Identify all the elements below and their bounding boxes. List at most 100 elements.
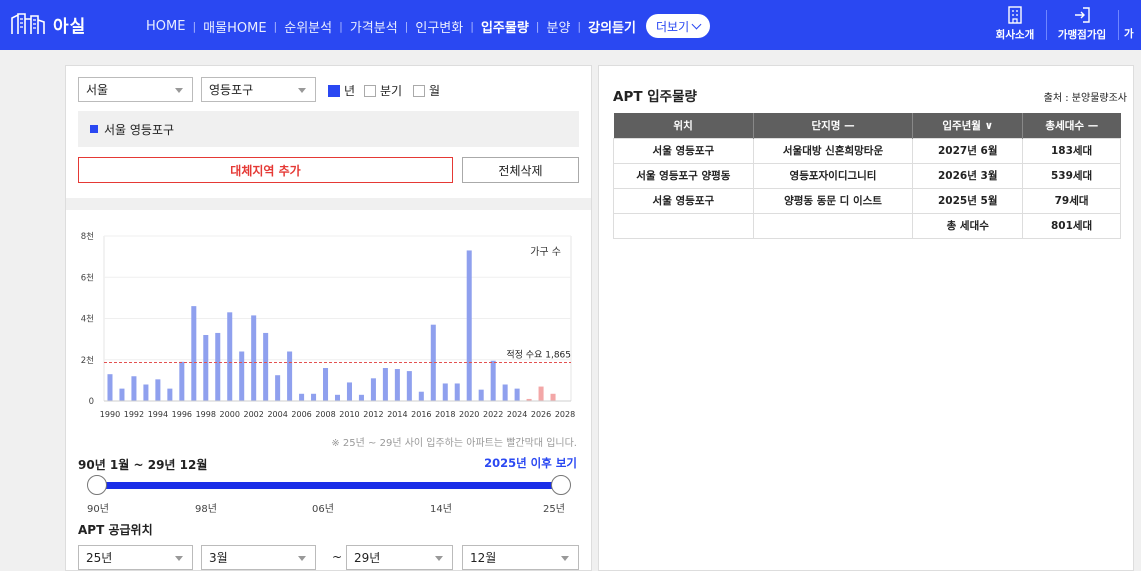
nav-item[interactable]: 강의듣기: [588, 17, 636, 36]
nav-item[interactable]: 순위분석: [284, 17, 332, 36]
cut-off-nav-button[interactable]: 가: [1124, 4, 1141, 46]
table-cell: 2025년 5월: [912, 187, 1024, 214]
nav-item[interactable]: 분양: [547, 17, 571, 36]
bar-2026: [538, 386, 544, 401]
to-month-select[interactable]: 12월: [462, 545, 579, 570]
table-cell: 서울 영등포구 양평동: [613, 162, 754, 189]
slider-end-handle[interactable]: [551, 475, 571, 495]
left-panel: 서울 영등포구 년 분기 월 서울 영등포구 대체지역 추가 전체삭제 0 2천 4…: [65, 65, 592, 571]
slider-tick-label: 25년: [543, 504, 565, 515]
period-year-label: 년: [344, 84, 356, 98]
from-year-value: 25년: [86, 551, 113, 565]
bar-2024: [514, 388, 520, 401]
table-cell: 79세대: [1022, 187, 1121, 214]
bar-1993: [143, 384, 149, 401]
table-row[interactable]: 서울 영등포구 서울대방 신혼희망타운 2027년 6월 183세대: [613, 137, 1121, 164]
bar-1991: [119, 388, 125, 401]
column-header[interactable]: 총세대수 —: [1022, 113, 1121, 138]
x-tick-label: 2026: [531, 410, 551, 419]
from-month-select[interactable]: 3월: [201, 545, 316, 570]
chart-title: 가구 수: [530, 246, 561, 258]
caret-down-icon: [561, 556, 569, 561]
apt-move-in-title: APT 입주물량: [613, 89, 697, 105]
apt-supply-location-label: APT 공급위치: [78, 523, 153, 537]
office-building-icon: [1008, 6, 1022, 24]
bar-2014: [394, 369, 400, 401]
to-year-select[interactable]: 29년: [346, 545, 453, 570]
column-header[interactable]: 위치: [613, 113, 754, 138]
period-year-checkbox[interactable]: 년: [328, 82, 355, 99]
join-agency-button[interactable]: 가맹점가입: [1052, 4, 1112, 46]
period-month-checkbox[interactable]: 월: [413, 82, 440, 99]
slider-start-handle[interactable]: [87, 475, 107, 495]
total-row: 총 세대수 801세대: [613, 212, 1121, 239]
bar-2016: [418, 391, 424, 401]
move-in-volume-chart: 0 2천 4천 6천 8천적정 수요 1,865 가구 수 1990 1992 1994 1996…: [81, 231, 575, 419]
period-quarter-checkbox[interactable]: 분기: [364, 82, 402, 99]
nav-item[interactable]: 인구변화: [415, 17, 463, 36]
x-tick-label: 2012: [363, 410, 383, 419]
table-cell: 2026년 3월: [912, 162, 1024, 189]
slider-tick-label: 06년: [312, 504, 334, 515]
y-tick-label: 0: [89, 397, 94, 407]
more-menu-label: 더보기: [655, 19, 690, 34]
table-row[interactable]: 서울 영등포구 양평동 영등포자이디그니티 2026년 3월 539세대: [613, 162, 1121, 189]
x-tick-label: 2004: [267, 410, 287, 419]
table-cell: 183세대: [1022, 137, 1121, 164]
nav-separator: |: [404, 19, 409, 33]
table-cell: 서울 영등포구: [613, 187, 754, 214]
period-range-label: 90년 1월 ~ 29년 12월: [78, 458, 208, 472]
x-tick-label: 1990: [100, 410, 120, 419]
nav-item[interactable]: 가격분석: [350, 17, 398, 36]
x-tick-label: 2022: [483, 410, 503, 419]
column-header[interactable]: 단지명 —: [753, 113, 914, 138]
x-tick-label: 2014: [387, 410, 407, 419]
add-alternate-region-button[interactable]: 대체지역 추가: [78, 157, 453, 183]
nav-item[interactable]: 입주물량: [481, 17, 529, 36]
slider-track[interactable]: [97, 482, 561, 489]
checkbox-unchecked-icon: [364, 84, 376, 97]
table-cell: 서울 영등포구: [613, 137, 754, 164]
more-menu-button[interactable]: 더보기: [645, 14, 711, 38]
selected-region-item[interactable]: 서울 영등포구: [78, 111, 579, 147]
nav-item[interactable]: 매물HOME: [203, 17, 266, 36]
apt-move-in-table: 위치 단지명 — 입주년월 ∨ 총세대수 — 서울 영등포구 서울대방 신혼희망타운 20…: [613, 113, 1121, 239]
table-header-row: 위치 단지명 — 입주년월 ∨ 총세대수 —: [613, 113, 1121, 138]
bar-2022: [490, 360, 496, 401]
district-select-value: 영등포구: [209, 83, 254, 97]
checkbox-unchecked-icon: [413, 84, 425, 97]
x-tick-label: 2000: [220, 410, 240, 419]
right-panel: APT 입주물량 출처 : 분양물량조사 위치 단지명 — 입주년월 ∨ 총세대수 —…: [598, 65, 1134, 571]
table-cell: 양평동 동문 디 이스트: [752, 187, 914, 214]
from-year-select[interactable]: 25년: [78, 545, 193, 570]
slider-tick-label: 14년: [430, 504, 452, 515]
sign-in-arrow-icon: [1075, 7, 1090, 23]
table-row[interactable]: 서울 영등포구 양평동 동문 디 이스트 2025년 5월 79세대: [613, 187, 1121, 214]
bar-2013: [382, 368, 388, 401]
join-agency-label: 가맹점가입: [1057, 29, 1107, 41]
year-range-slider[interactable]: [87, 475, 571, 497]
cut-off-nav-label: 가: [1124, 28, 1134, 40]
x-tick-label: 2020: [459, 410, 479, 419]
nav-separator: |: [339, 19, 343, 33]
caret-down-icon: [175, 556, 183, 561]
to-year-value: 29년: [354, 551, 381, 565]
bar-1997: [191, 306, 197, 401]
delete-all-button[interactable]: 전체삭제: [462, 157, 579, 183]
column-header[interactable]: 입주년월 ∨: [912, 113, 1024, 138]
caret-down-icon: [298, 88, 306, 93]
total-label: 총 세대수: [912, 212, 1024, 239]
bar-2007: [311, 393, 317, 401]
top-navigation-bar: 아실 HOME | 매물HOME | 순위분석 | 가격분석 | 인구변화 | 입주물량 | 분양 | 강의…: [0, 0, 1141, 50]
company-intro-button[interactable]: 회사소개: [985, 4, 1045, 46]
district-select[interactable]: 영등포구: [201, 77, 316, 102]
x-tick-label: 2018: [435, 410, 455, 419]
to-month-value: 12월: [470, 551, 497, 565]
city-select[interactable]: 서울: [78, 77, 193, 102]
bar-1998: [203, 335, 209, 401]
nav-item[interactable]: HOME: [146, 19, 185, 34]
view-after-2025-link[interactable]: 2025년 이후 보기: [484, 455, 577, 471]
bar-2006: [299, 393, 305, 401]
site-logo[interactable]: 아실: [10, 10, 86, 38]
bar-2018: [442, 383, 448, 401]
